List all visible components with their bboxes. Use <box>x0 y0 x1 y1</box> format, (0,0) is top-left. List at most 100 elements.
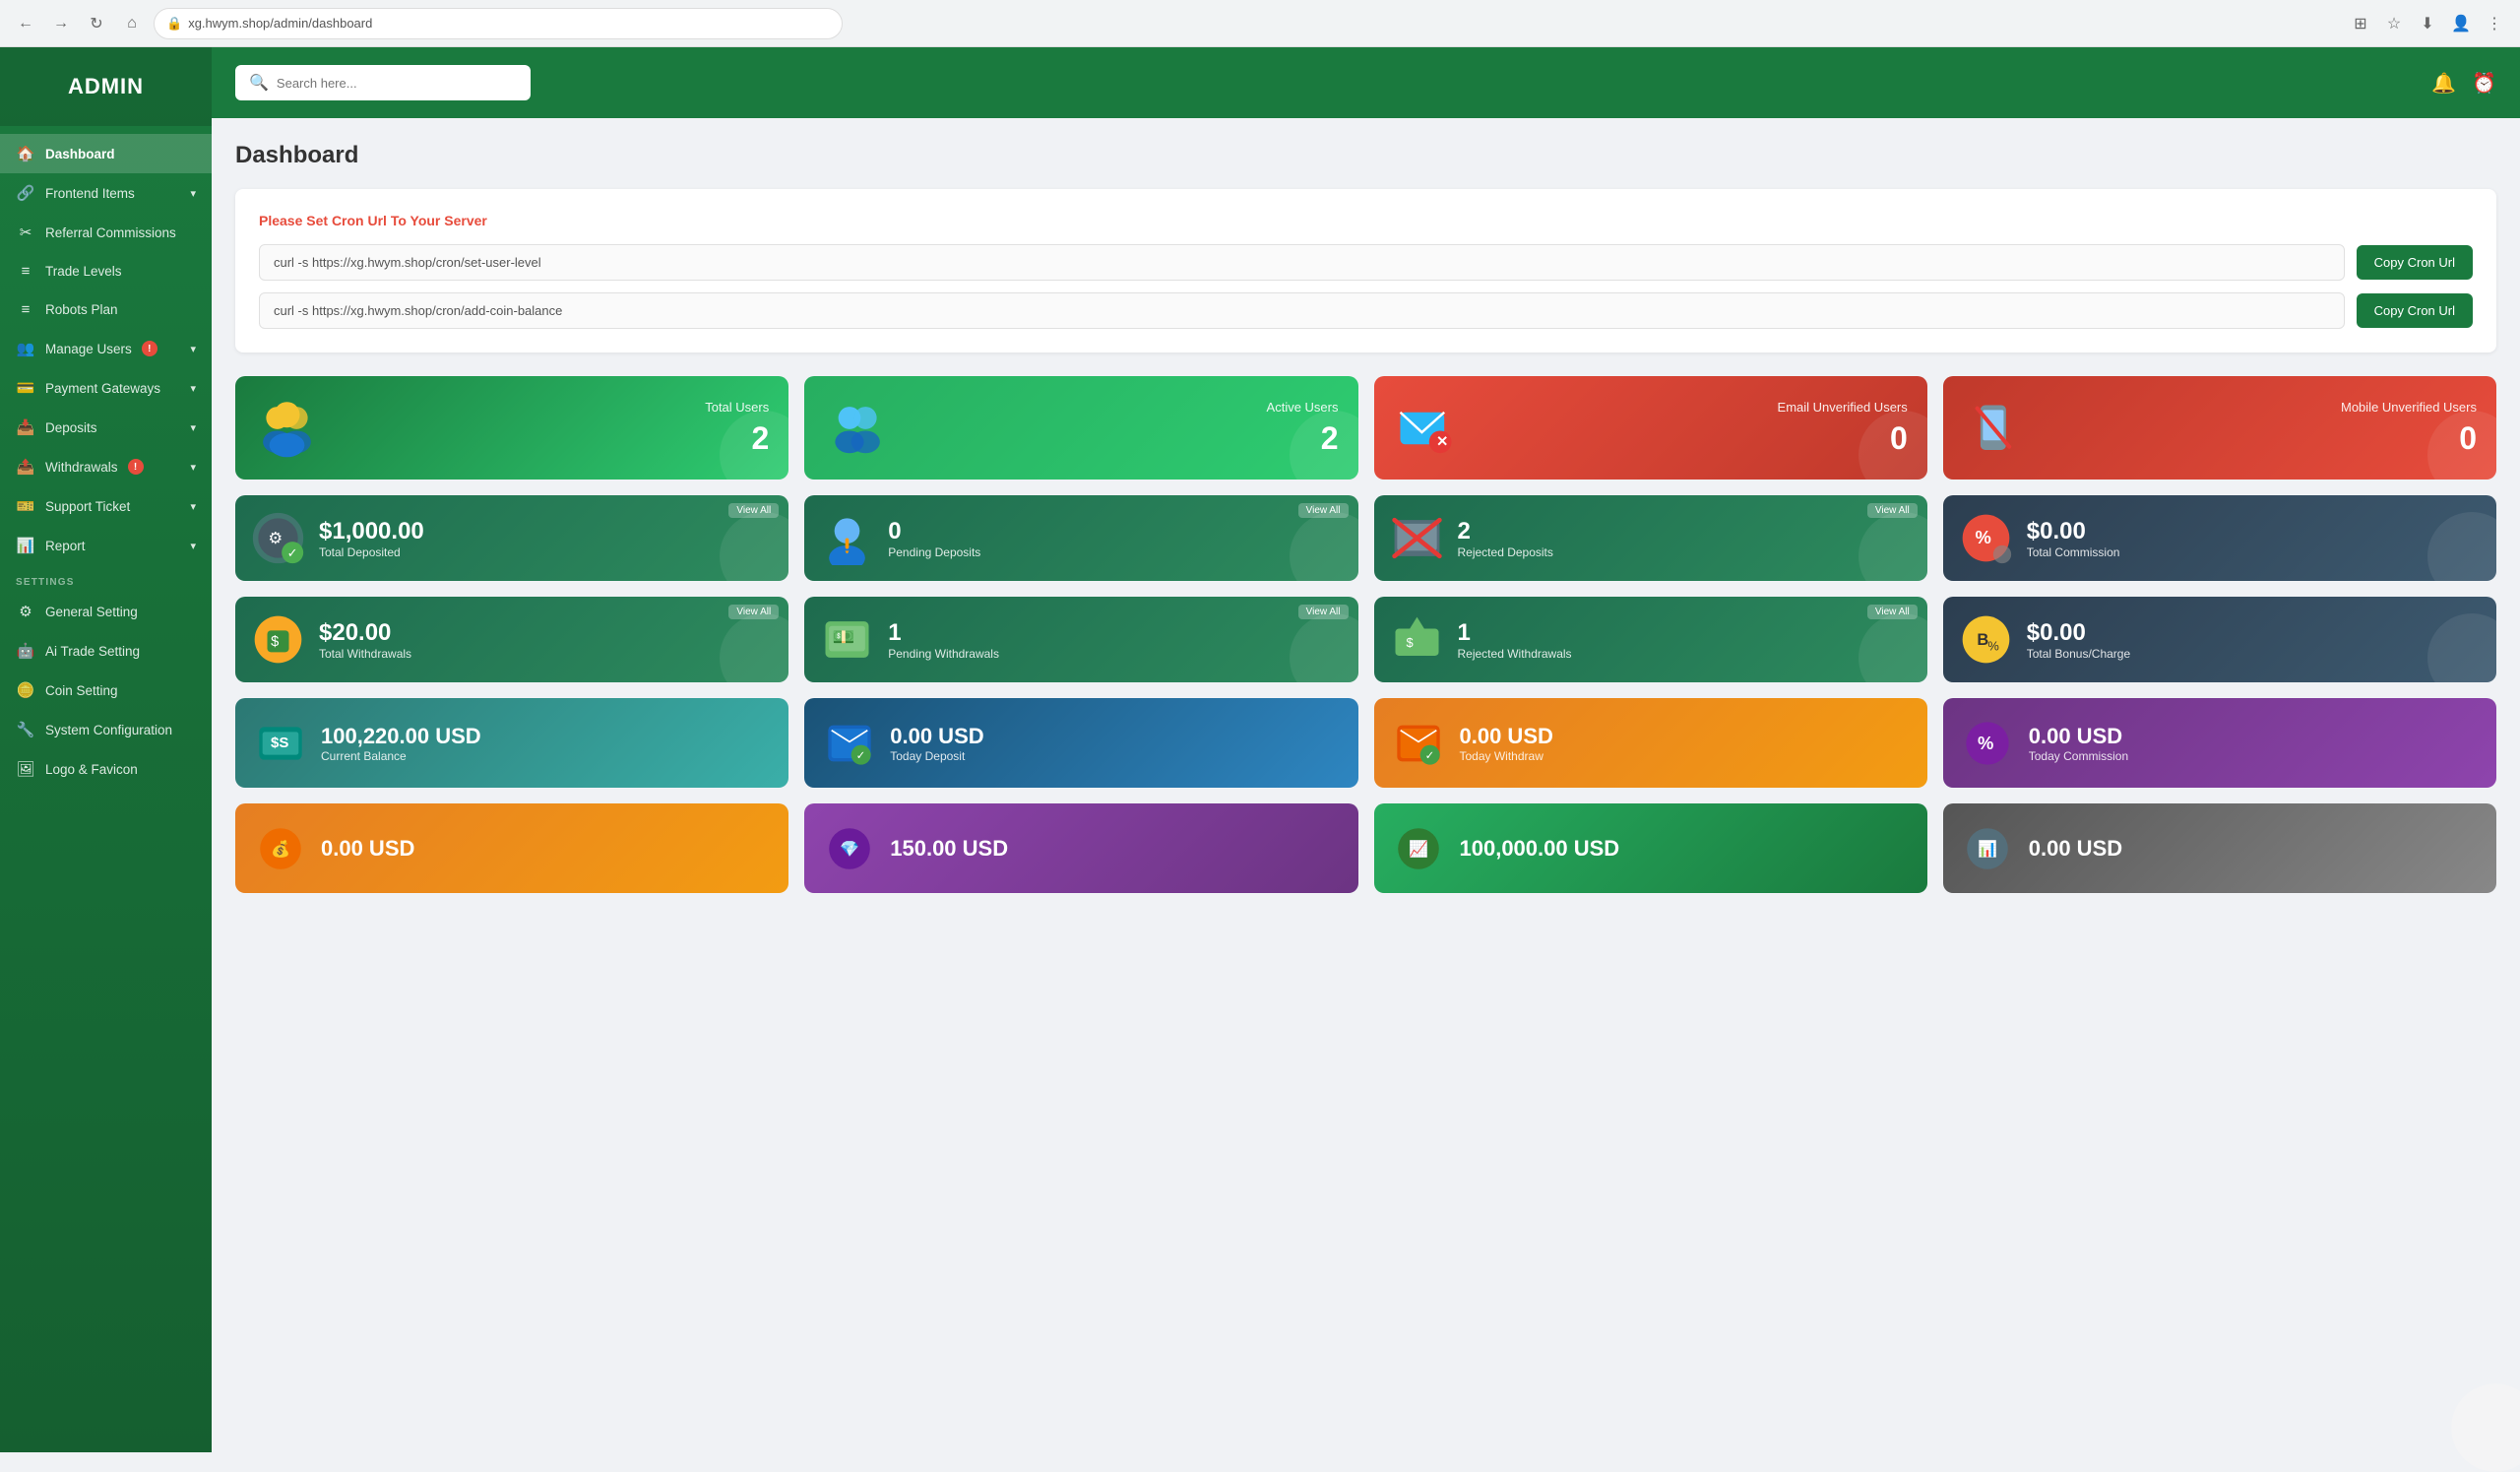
translate-icon[interactable]: ⊞ <box>2347 10 2374 37</box>
today-commission-label: Today Commission <box>2029 749 2128 763</box>
notification-bell-icon[interactable]: 🔔 <box>2431 71 2456 96</box>
sec-card-commission[interactable]: % $0.00 Total Commission <box>1943 495 2496 581</box>
sidebar-item-ai-trade[interactable]: 🤖 Ai Trade Setting <box>0 631 212 671</box>
sidebar-item-coin-setting[interactable]: 🪙 Coin Setting <box>0 671 212 710</box>
app-wrapper: ADMIN 🏠 Dashboard 🔗 Frontend Items ▾ ✂ R… <box>0 47 2520 1452</box>
more-card-2[interactable]: 💎 150.00 USD <box>804 803 1357 893</box>
home-icon: 🏠 <box>16 145 35 162</box>
svg-text:%: % <box>1987 639 1998 654</box>
sidebar-label-support: Support Ticket <box>45 499 130 514</box>
pending-deposits-icon <box>820 511 874 565</box>
sec-card-rejected-withdrawals[interactable]: View All $ 1 Rejected Withdrawals <box>1374 597 1927 682</box>
address-bar[interactable]: 🔒 xg.hwym.shop/admin/dashboard <box>154 8 843 39</box>
sidebar-item-trade-levels[interactable]: ≡ Trade Levels <box>0 252 212 290</box>
ticket-icon: 🎫 <box>16 497 35 515</box>
pending-deposits-label: Pending Deposits <box>888 545 980 559</box>
profile-icon[interactable]: 👤 <box>2447 10 2475 37</box>
more-value-1: 0.00 USD <box>321 836 414 862</box>
menu-icon[interactable]: ⋮ <box>2481 10 2508 37</box>
sidebar-item-dashboard[interactable]: 🏠 Dashboard <box>0 134 212 173</box>
more-card-3[interactable]: 📈 100,000.00 USD <box>1374 803 1927 893</box>
balance-card-today-deposit[interactable]: ✓ 0.00 USD Today Deposit <box>804 698 1357 788</box>
more-card-4[interactable]: 📊 0.00 USD <box>1943 803 2496 893</box>
sidebar-item-frontend-items[interactable]: 🔗 Frontend Items ▾ <box>0 173 212 213</box>
back-button[interactable]: ← <box>12 10 39 37</box>
gear-icon: ⚙ <box>16 603 35 620</box>
search-box[interactable]: 🔍 <box>235 65 531 100</box>
sidebar-item-referral[interactable]: ✂ Referral Commissions <box>0 213 212 252</box>
cron-url-input-2[interactable] <box>259 292 2345 329</box>
balance-stats-grid: $S 100,220.00 USD Current Balance <box>235 698 2496 788</box>
browser-actions: ⊞ ☆ ⬇ 👤 ⋮ <box>2347 10 2508 37</box>
sec-card-pending-deposits[interactable]: View All 0 Pending Deposits <box>804 495 1357 581</box>
today-commission-value: 0.00 USD <box>2029 724 2128 749</box>
sidebar-label-robots: Robots Plan <box>45 302 118 317</box>
sidebar-item-system-config[interactable]: 🔧 System Configuration <box>0 710 212 749</box>
rejected-withdrawals-label: Rejected Withdrawals <box>1458 647 1572 661</box>
sidebar-item-withdrawals[interactable]: 📤 Withdrawals ! ▾ <box>0 447 212 486</box>
more-info-2: 150.00 USD <box>890 836 1008 862</box>
sec-card-total-deposited[interactable]: View All ⚙ ✓ $1,000.00 Total Deposited <box>235 495 788 581</box>
sidebar-item-payment-gateways[interactable]: 💳 Payment Gateways ▾ <box>0 368 212 408</box>
svg-text:$: $ <box>271 634 279 650</box>
forward-button[interactable]: → <box>47 10 75 37</box>
sidebar-logo: ADMIN <box>0 47 212 126</box>
more-info-4: 0.00 USD <box>2029 836 2122 862</box>
search-input[interactable] <box>277 76 517 91</box>
rejected-withdrawals-value: 1 <box>1458 619 1572 647</box>
total-deposited-info: $1,000.00 Total Deposited <box>319 518 424 559</box>
current-balance-icon: $S <box>253 716 307 770</box>
svg-text:💵: 💵 <box>833 626 855 647</box>
home-button[interactable]: ⌂ <box>118 10 146 37</box>
settings-clock-icon[interactable]: ⏰ <box>2472 71 2496 96</box>
url-text: xg.hwym.shop/admin/dashboard <box>188 16 372 31</box>
stat-card-mobile-unverified[interactable]: Mobile Unverified Users 0 <box>1943 376 2496 480</box>
stat-card-active-users[interactable]: Active Users 2 <box>804 376 1357 480</box>
svg-text:$: $ <box>1406 635 1413 650</box>
mobile-unverified-icon <box>1963 396 2027 460</box>
svg-text:✕: ✕ <box>1436 433 1448 449</box>
balance-card-current[interactable]: $S 100,220.00 USD Current Balance <box>235 698 788 788</box>
total-deposited-label: Total Deposited <box>319 545 424 559</box>
svg-text:⚙: ⚙ <box>268 530 283 547</box>
chevron-down-icon-withdrawals: ▾ <box>190 461 196 474</box>
ai-icon: 🤖 <box>16 642 35 660</box>
today-withdraw-value: 0.00 USD <box>1460 724 1553 749</box>
robot-icon: ≡ <box>16 301 35 318</box>
sec-card-bonus[interactable]: B % $0.00 Total Bonus/Charge <box>1943 597 2496 682</box>
stat-card-email-unverified[interactable]: ✕ Email Unverified Users 0 <box>1374 376 1927 480</box>
sidebar-item-logo-favicon[interactable]: 🖼 Logo & Favicon <box>0 749 212 789</box>
card-icon: 💳 <box>16 379 35 397</box>
more-card-1[interactable]: 💰 0.00 USD <box>235 803 788 893</box>
sec-card-pending-withdrawals[interactable]: View All 💵 1 Pending Withdrawals <box>804 597 1357 682</box>
sidebar-item-manage-users[interactable]: 👥 Manage Users ! ▾ <box>0 329 212 368</box>
commission-icon: % <box>1959 511 2013 565</box>
stat-card-total-users[interactable]: Total Users 2 <box>235 376 788 480</box>
balance-card-today-withdraw[interactable]: ✓ 0.00 USD Today Withdraw <box>1374 698 1927 788</box>
reload-button[interactable]: ↻ <box>83 10 110 37</box>
chevron-down-icon-payment: ▾ <box>190 382 196 395</box>
cron-url-input-1[interactable] <box>259 244 2345 281</box>
svg-text:💰: 💰 <box>271 839 290 858</box>
sec-card-total-withdrawals[interactable]: View All $ $20.00 Total Withdrawals <box>235 597 788 682</box>
download-icon[interactable]: ⬇ <box>2414 10 2441 37</box>
sidebar-label-trade: Trade Levels <box>45 264 122 279</box>
sec-card-rejected-deposits[interactable]: View All 2 Rejected Deposits <box>1374 495 1927 581</box>
sidebar-item-general-setting[interactable]: ⚙ General Setting <box>0 592 212 631</box>
sidebar-label-payment: Payment Gateways <box>45 381 160 396</box>
sidebar-label-referral: Referral Commissions <box>45 225 176 240</box>
header-actions: 🔔 ⏰ <box>2431 71 2496 96</box>
sidebar-item-support-ticket[interactable]: 🎫 Support Ticket ▾ <box>0 486 212 526</box>
more-icon-3: 📈 <box>1392 821 1446 875</box>
sidebar-item-deposits[interactable]: 📥 Deposits ▾ <box>0 408 212 447</box>
pending-withdrawals-info: 1 Pending Withdrawals <box>888 619 999 661</box>
today-withdraw-info: 0.00 USD Today Withdraw <box>1460 724 1553 763</box>
copy-cron-btn-1[interactable]: Copy Cron Url <box>2357 245 2473 280</box>
pending-withdrawals-icon: 💵 <box>820 612 874 667</box>
cron-card: Please Set Cron Url To Your Server Copy … <box>235 189 2496 352</box>
sidebar-item-robots-plan[interactable]: ≡ Robots Plan <box>0 290 212 329</box>
bookmark-icon[interactable]: ☆ <box>2380 10 2408 37</box>
balance-card-today-commission[interactable]: % 0.00 USD Today Commission <box>1943 698 2496 788</box>
copy-cron-btn-2[interactable]: Copy Cron Url <box>2357 293 2473 328</box>
sidebar-item-report[interactable]: 📊 Report ▾ <box>0 526 212 565</box>
